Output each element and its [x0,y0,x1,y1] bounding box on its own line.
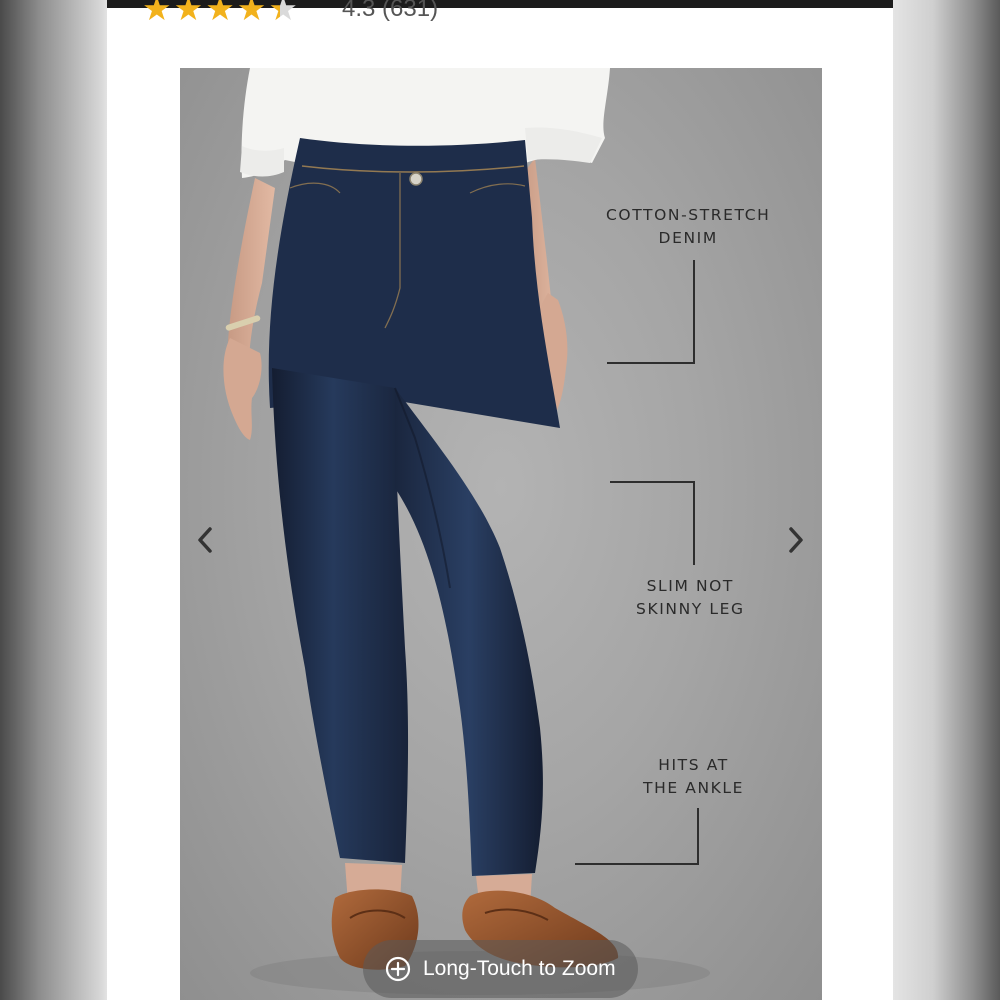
callout-line-fabric [607,260,695,364]
product-image-viewer[interactable]: COTTON-STRETCH DENIM SLIM NOT SKINNY LEG… [180,68,822,1000]
star-icon: ★ [205,0,235,28]
star-icon: ★ [173,0,204,28]
star-rating: ★ ★ ★ ★ ★ [142,0,298,26]
callout-fabric: COTTON-STRETCH DENIM [606,204,770,250]
next-image-button[interactable] [781,520,811,560]
chevron-left-icon [198,527,212,553]
plus-circle-icon [385,956,411,982]
right-backdrop [893,0,1000,1000]
zoom-hint-label: Long-Touch to Zoom [423,957,616,980]
chevron-right-icon [789,527,803,553]
callout-length-line2: THE ANKLE [643,779,745,797]
callout-fabric-line2: DENIM [658,229,718,247]
star-partial-icon: ★ [268,0,298,26]
rating-value: 4.3 (631) [342,0,439,22]
previous-image-button[interactable] [190,520,220,560]
callout-fit-line2: SKINNY LEG [636,600,745,618]
callout-length-line1: HITS AT [658,756,729,774]
callout-fit-line1: SLIM NOT [646,577,735,595]
callout-fit: SLIM NOT SKINNY LEG [636,575,745,621]
callout-length: HITS AT THE ANKLE [643,754,744,800]
zoom-hint-button[interactable]: Long-Touch to Zoom [363,940,638,998]
star-icon: ★ [236,0,267,28]
callout-line-length [575,808,699,865]
callout-line-fit [610,481,695,565]
star-icon: ★ [142,0,172,28]
callout-fabric-line1: COTTON-STRETCH [606,206,771,224]
